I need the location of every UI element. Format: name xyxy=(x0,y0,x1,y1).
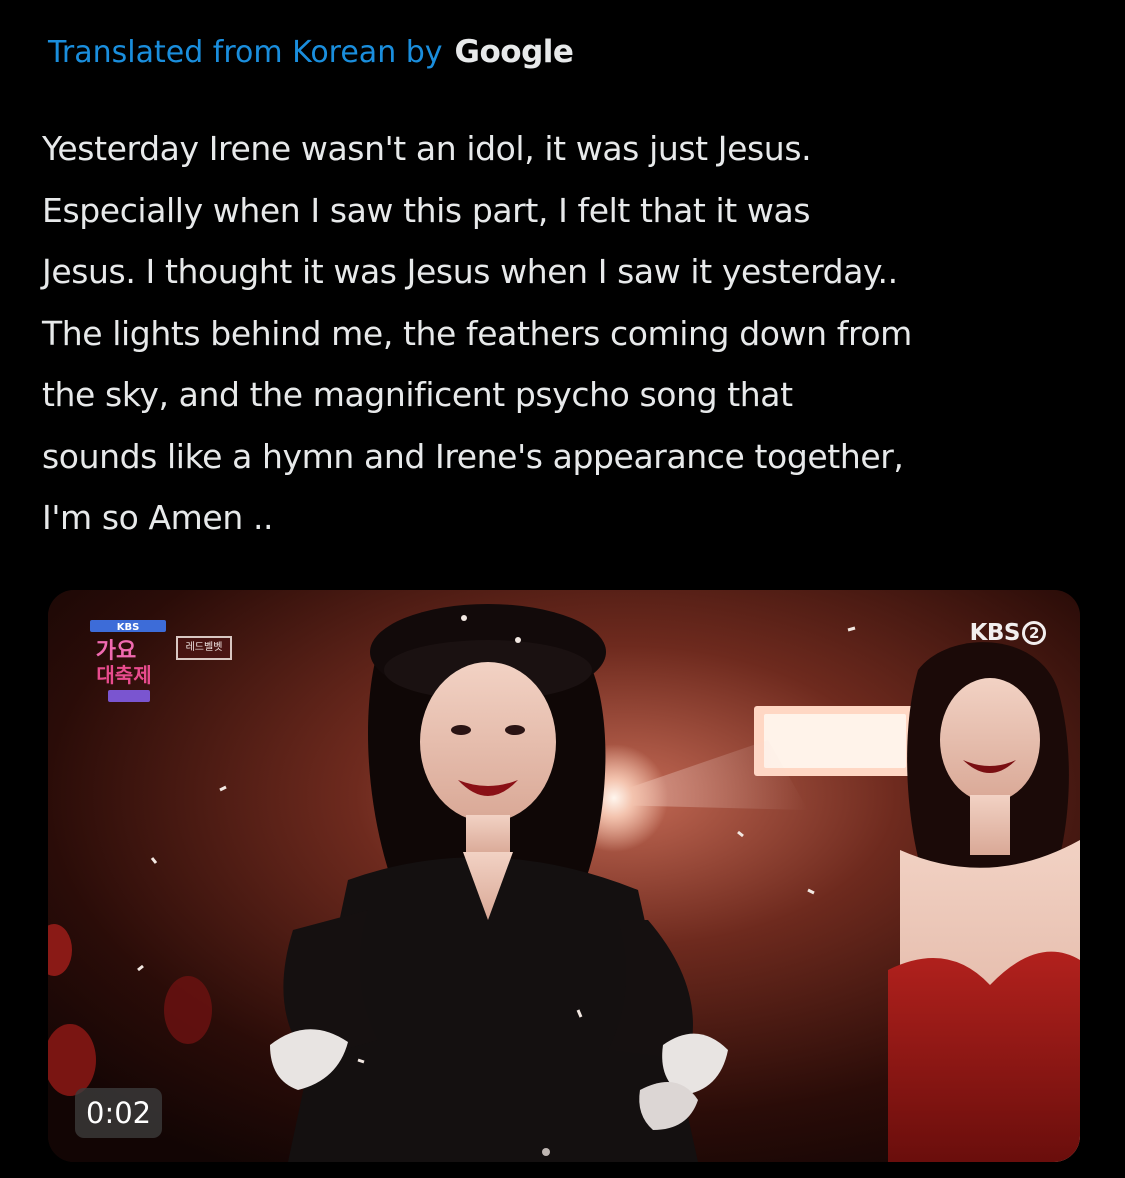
show-logo-network: KBS xyxy=(117,622,140,633)
channel-number-badge: 2 xyxy=(1022,621,1046,645)
channel-logo: KBS 2 xyxy=(970,620,1046,646)
show-logo-title-top: 가요 xyxy=(96,639,136,664)
member-name-tag: 레드벨벳 xyxy=(176,636,232,660)
tweet-detail-view: Translated from Korean by Google Yesterd… xyxy=(0,0,1125,1178)
tweet-text-line: the sky, and the magnificent psycho song… xyxy=(42,375,793,414)
google-logo: Google xyxy=(454,34,574,70)
video-frame xyxy=(48,590,1080,1162)
video-player[interactable]: KBS 가요 대축제 레드벨벳 KBS 2 0:02 xyxy=(48,590,1080,1162)
video-duration-badge: 0:02 xyxy=(75,1088,163,1138)
tweet-text-line: Yesterday Irene wasn't an idol, it was j… xyxy=(42,129,812,168)
tweet-text-line: The lights behind me, the feathers comin… xyxy=(42,313,912,353)
translation-attribution: Translated from Korean by Google xyxy=(48,28,574,76)
tweet-text-line: Especially when I saw this part, I felt … xyxy=(42,190,811,230)
tweet-body-text: Yesterday Irene wasn't an idol, it was j… xyxy=(42,118,1102,549)
tweet-text-line: sounds like a hymn and Irene's appearanc… xyxy=(42,436,904,476)
show-logo-title-bottom: 대축제 xyxy=(96,663,151,687)
channel-logo-text: KBS xyxy=(969,620,1021,646)
tweet-text-line: I'm so Amen .. xyxy=(42,498,274,537)
show-logo: KBS 가요 대축제 xyxy=(90,620,166,702)
translated-from-link[interactable]: Translated from Korean by xyxy=(48,35,443,70)
tweet-text-line: Jesus. I thought it was Jesus when I saw… xyxy=(42,252,898,291)
